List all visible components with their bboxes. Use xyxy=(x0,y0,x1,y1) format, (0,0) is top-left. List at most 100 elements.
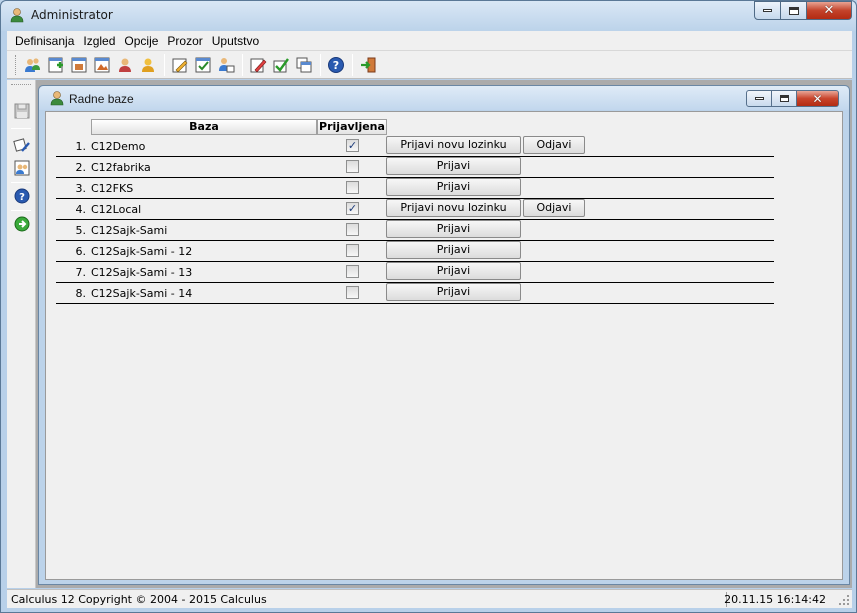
database-name: C12Sajk-Sami xyxy=(91,224,168,237)
toolbar-separator xyxy=(352,53,353,76)
logged-in-checkbox[interactable] xyxy=(346,223,359,236)
table-row: 4. C12Local ✓ Prijavi novu lozinku Odjav… xyxy=(56,199,774,220)
user-app-icon xyxy=(49,90,65,106)
table-row: 3. C12FKS Prijavi xyxy=(56,178,774,199)
menu-prozor[interactable]: Prozor xyxy=(162,34,206,48)
checklist-icon[interactable] xyxy=(192,54,214,76)
row-number: 4. xyxy=(75,203,87,216)
row-number: 7. xyxy=(75,266,87,279)
toolbar-grip[interactable] xyxy=(15,54,18,75)
row-number: 8. xyxy=(75,287,87,300)
toolbar-separator xyxy=(320,53,321,76)
radne-baze-window: Radne baze ✕ Baza Prijavljena 1. C12Demo… xyxy=(38,85,850,585)
prijavi-button[interactable]: Prijavi xyxy=(386,157,521,175)
menu-izgled[interactable]: Izgled xyxy=(78,34,119,48)
database-name: C12Local xyxy=(91,203,142,216)
table-row: 5. C12Sajk-Sami Prijavi xyxy=(56,220,774,241)
odjavi-button[interactable]: Odjavi xyxy=(523,199,585,217)
menu-opcije[interactable]: Opcije xyxy=(119,34,162,48)
edit-icon[interactable] xyxy=(169,54,191,76)
forward-icon[interactable] xyxy=(12,214,32,234)
user-icon[interactable] xyxy=(137,54,159,76)
database-name: C12Demo xyxy=(91,140,146,153)
side-toolbar: ? xyxy=(7,80,36,588)
row-number: 3. xyxy=(75,182,87,195)
user-app-icon xyxy=(9,7,25,23)
row-number: 6. xyxy=(75,245,87,258)
prijavi-novu-lozinku-button[interactable]: Prijavi novu lozinku xyxy=(386,136,521,154)
user-group-icon[interactable] xyxy=(114,54,136,76)
toolbar-separator xyxy=(242,53,243,76)
close-button[interactable]: ✕ xyxy=(807,1,852,20)
image-window-icon[interactable] xyxy=(91,54,113,76)
user-switch-icon[interactable] xyxy=(215,54,237,76)
logged-in-checkbox[interactable] xyxy=(346,160,359,173)
save-icon[interactable] xyxy=(12,101,32,121)
row-number: 1. xyxy=(75,140,87,153)
exit-icon[interactable] xyxy=(357,54,379,76)
side-separator xyxy=(11,182,31,183)
child-minimize-button[interactable] xyxy=(746,90,772,107)
window-controls: ✕ xyxy=(754,1,852,21)
column-header-baza[interactable]: Baza xyxy=(91,119,317,135)
child-window-controls: ✕ xyxy=(746,90,839,107)
users-icon[interactable] xyxy=(22,54,44,76)
help-icon[interactable]: ? xyxy=(325,54,347,76)
prijavi-novu-lozinku-button[interactable]: Prijavi novu lozinku xyxy=(386,199,521,217)
logged-in-checkbox[interactable] xyxy=(346,265,359,278)
child-window-title: Radne baze xyxy=(69,92,134,106)
column-header-prijavljena[interactable]: Prijavljena xyxy=(317,119,387,135)
side-separator xyxy=(11,128,31,129)
main-toolbar: ? xyxy=(7,51,852,79)
database-name: C12FKS xyxy=(91,182,134,195)
title-bar[interactable]: Administrator ✕ xyxy=(1,1,856,31)
check-icon: ✓ xyxy=(347,139,358,152)
check-icon: ✓ xyxy=(347,202,358,215)
maximize-icon xyxy=(779,95,789,102)
table-row: 2. C12fabrika Prijavi xyxy=(56,157,774,178)
prijavi-button[interactable]: Prijavi xyxy=(386,283,521,301)
maximize-icon xyxy=(788,6,799,15)
help-icon[interactable]: ? xyxy=(12,186,32,206)
svg-text:?: ? xyxy=(333,59,339,72)
prijavi-button[interactable]: Prijavi xyxy=(386,178,521,196)
child-title-bar[interactable]: Radne baze ✕ xyxy=(39,86,849,110)
window-title: Administrator xyxy=(31,8,113,22)
odjavi-button[interactable]: Odjavi xyxy=(523,136,585,154)
database-name: C12fabrika xyxy=(91,161,151,174)
users-grid-icon[interactable] xyxy=(12,158,32,178)
approve-icon[interactable] xyxy=(270,54,292,76)
side-toolbar-grip[interactable] xyxy=(11,84,31,87)
logged-in-checkbox[interactable] xyxy=(346,244,359,257)
logged-in-checkbox[interactable]: ✓ xyxy=(346,139,359,152)
refresh-icon[interactable] xyxy=(12,135,32,155)
child-close-button[interactable]: ✕ xyxy=(797,90,839,107)
menu-uputstvo[interactable]: Uputstvo xyxy=(207,34,263,48)
minimize-button[interactable] xyxy=(754,1,781,20)
copy-window-icon[interactable] xyxy=(293,54,315,76)
svg-text:?: ? xyxy=(19,192,25,203)
child-maximize-button[interactable] xyxy=(772,90,797,107)
prijavi-button[interactable]: Prijavi xyxy=(386,220,521,238)
logged-in-checkbox[interactable]: ✓ xyxy=(346,202,359,215)
prijavi-button[interactable]: Prijavi xyxy=(386,262,521,280)
edit-pen-icon[interactable] xyxy=(247,54,269,76)
toolbar-separator xyxy=(164,53,165,76)
resize-grip-icon[interactable] xyxy=(838,594,850,606)
minimize-icon xyxy=(763,9,772,12)
logged-in-checkbox[interactable] xyxy=(346,181,359,194)
side-separator xyxy=(11,210,31,211)
database-window-icon[interactable] xyxy=(68,54,90,76)
add-database-icon[interactable] xyxy=(45,54,67,76)
main-window: Administrator ✕ Definisanja Izgled Opcij… xyxy=(0,0,857,613)
table-row: 6. C12Sajk-Sami - 12 Prijavi xyxy=(56,241,774,262)
maximize-button[interactable] xyxy=(781,1,807,20)
row-number: 5. xyxy=(75,224,87,237)
prijavi-button[interactable]: Prijavi xyxy=(386,241,521,259)
table-row: 7. C12Sajk-Sami - 13 Prijavi xyxy=(56,262,774,283)
databases-grid: Baza Prijavljena 1. C12Demo ✓ Prijavi no… xyxy=(45,111,843,580)
copyright-text: Calculus 12 Copyright © 2004 - 2015 Calc… xyxy=(11,593,267,606)
logged-in-checkbox[interactable] xyxy=(346,286,359,299)
menu-definisanja[interactable]: Definisanja xyxy=(10,34,78,48)
status-bar: Calculus 12 Copyright © 2004 - 2015 Calc… xyxy=(7,589,852,608)
